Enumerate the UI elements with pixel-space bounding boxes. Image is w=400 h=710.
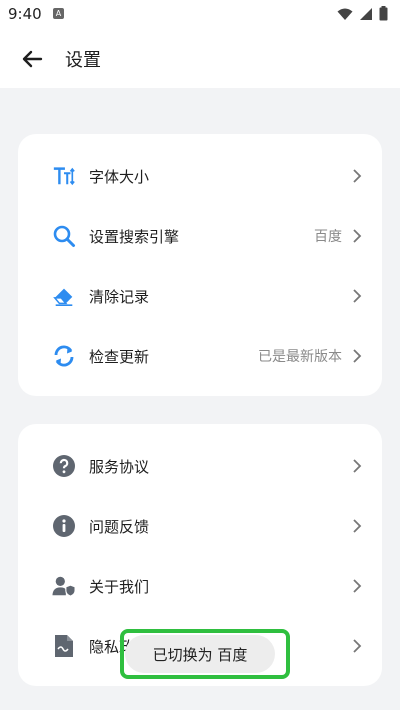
page-title: 设置: [65, 50, 101, 71]
row-font-size[interactable]: 字体大小: [18, 148, 382, 204]
row-clear-history[interactable]: 清除记录: [18, 268, 382, 324]
wifi-icon: [337, 8, 353, 20]
row-feedback[interactable]: 问题反馈: [18, 498, 382, 554]
chevron-right-icon: [353, 459, 362, 473]
chevron-right-icon: [353, 289, 362, 303]
font-size-icon: [52, 164, 76, 188]
chevron-right-icon: [353, 579, 362, 593]
settings-group-general: 字体大小 设置搜索引擎 百度 清除记录 检查更新 已是最新版本: [18, 134, 382, 396]
status-bar: 9:40 A: [0, 0, 400, 30]
battery-icon: [379, 6, 388, 21]
info-icon: [52, 514, 76, 538]
eraser-icon: [52, 284, 76, 308]
app-bar: 设置: [0, 30, 400, 88]
document-icon: [52, 634, 76, 658]
chevron-right-icon: [353, 349, 362, 363]
signal-icon: [360, 7, 372, 20]
toast-highlight-box: [120, 629, 290, 679]
back-arrow-icon[interactable]: [20, 47, 44, 71]
user-shield-icon: [52, 574, 76, 598]
chevron-right-icon: [353, 169, 362, 183]
row-label: 问题反馈: [89, 517, 150, 536]
status-icons: [337, 6, 388, 21]
row-label: 关于我们: [89, 577, 150, 596]
row-value: 已是最新版本: [258, 349, 342, 365]
row-label: 清除记录: [89, 287, 150, 306]
chevron-right-icon: [353, 519, 362, 533]
search-icon: [52, 224, 76, 248]
row-label: 检查更新: [89, 347, 150, 366]
row-service-agreement[interactable]: 服务协议: [18, 438, 382, 494]
row-search-engine[interactable]: 设置搜索引擎 百度: [18, 208, 382, 264]
notification-icon: A: [53, 8, 64, 19]
chevron-right-icon: [353, 639, 362, 653]
row-label: 设置搜索引擎: [89, 227, 180, 246]
chevron-right-icon: [353, 229, 362, 243]
row-about-us[interactable]: 关于我们: [18, 558, 382, 614]
row-check-update[interactable]: 检查更新 已是最新版本: [18, 328, 382, 384]
row-label: 字体大小: [89, 167, 150, 186]
row-value: 百度: [314, 229, 342, 245]
row-label: 服务协议: [89, 457, 150, 476]
status-time: 9:40: [8, 5, 42, 23]
help-icon: [52, 454, 76, 478]
refresh-icon: [52, 344, 76, 368]
